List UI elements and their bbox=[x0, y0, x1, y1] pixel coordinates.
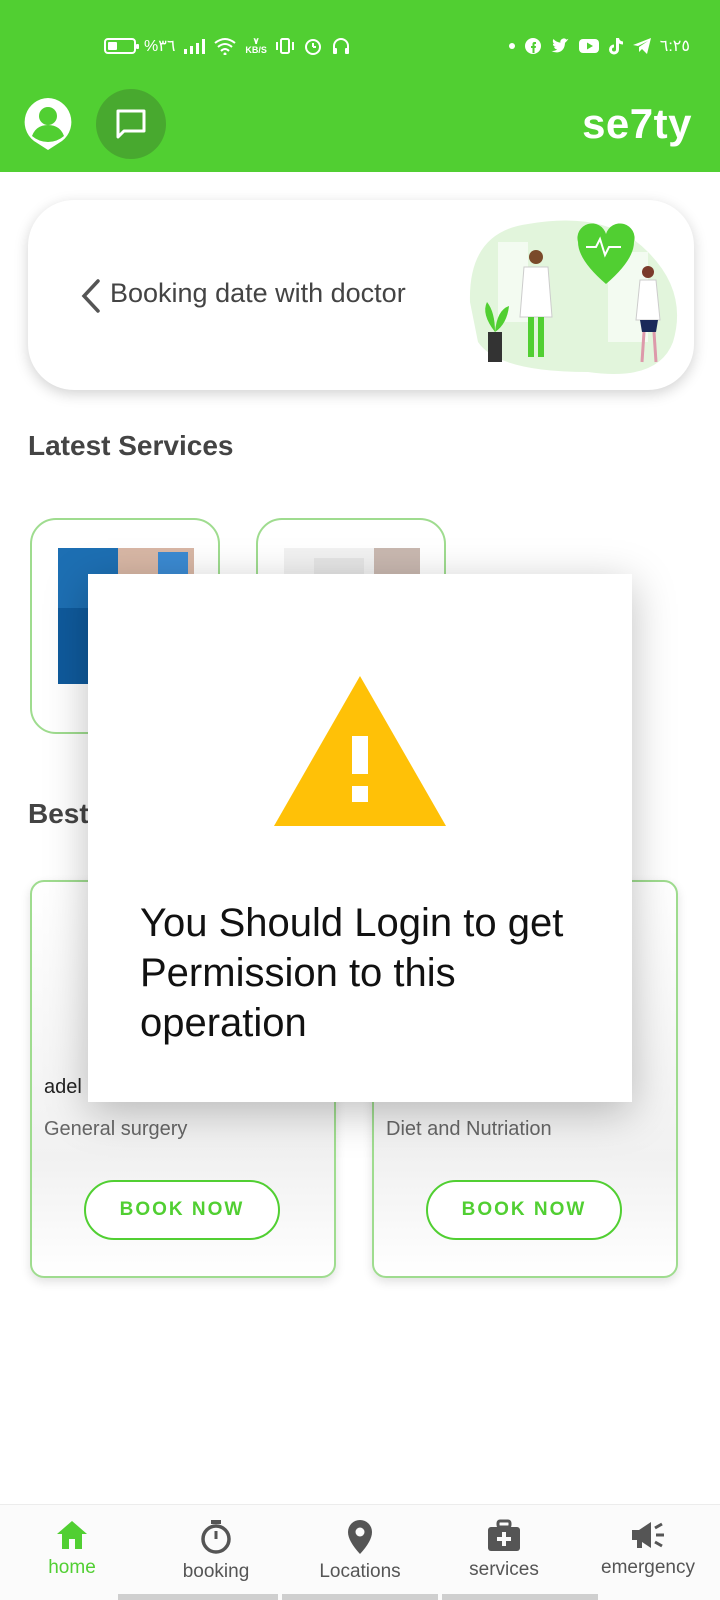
signal-icon bbox=[183, 38, 206, 54]
bottom-navigation: home booking Locations services emergenc… bbox=[0, 1504, 720, 1600]
nav-booking[interactable]: booking bbox=[144, 1505, 288, 1600]
dot-icon bbox=[508, 42, 516, 50]
app-header: %٣٦ ٧ KB/S ٦:٢٥ se7ty bbox=[0, 0, 720, 172]
chat-button[interactable] bbox=[96, 89, 166, 159]
twitter-icon bbox=[550, 37, 570, 55]
booking-banner[interactable]: Booking date with doctor bbox=[28, 200, 694, 390]
clock-text: ٦:٢٥ bbox=[659, 38, 690, 55]
youtube-icon bbox=[578, 38, 600, 54]
vibrate-icon bbox=[275, 37, 295, 55]
scroll-indicator bbox=[282, 1594, 438, 1600]
account-icon bbox=[24, 98, 72, 150]
back-chevron-icon bbox=[81, 279, 100, 313]
telegram-icon bbox=[632, 37, 652, 55]
battery-percent: %٣٦ bbox=[144, 38, 176, 55]
nav-locations[interactable]: Locations bbox=[288, 1505, 432, 1600]
megaphone-icon bbox=[632, 1522, 664, 1548]
tiktok-icon bbox=[608, 37, 624, 55]
scroll-indicator bbox=[118, 1594, 278, 1600]
nav-services[interactable]: services bbox=[432, 1505, 576, 1600]
headphones-icon bbox=[331, 36, 351, 56]
doctor-specialty: Diet and Nutriation bbox=[386, 1118, 552, 1140]
warning-icon bbox=[274, 676, 446, 826]
facebook-icon bbox=[524, 37, 542, 55]
status-bar-right: ٦:٢٥ bbox=[508, 30, 690, 62]
profile-button[interactable] bbox=[22, 96, 74, 152]
home-icon bbox=[57, 1521, 87, 1549]
dialog-message: You Should Login to get Permission to th… bbox=[140, 901, 564, 1045]
medical-bag-icon bbox=[488, 1519, 520, 1551]
battery-icon bbox=[104, 38, 139, 54]
best-doctors-title: Best bbox=[28, 798, 89, 829]
login-required-dialog[interactable]: You Should Login to get Permission to th… bbox=[88, 574, 632, 1102]
booking-banner-text: Booking date with doctor bbox=[110, 278, 406, 308]
nav-home[interactable]: home bbox=[0, 1505, 144, 1600]
doctors-illustration bbox=[469, 220, 678, 374]
wifi-icon bbox=[213, 37, 237, 55]
location-pin-icon bbox=[348, 1520, 372, 1554]
app-brand: se7ty bbox=[582, 100, 692, 147]
doctor-name: adel bbox=[44, 1076, 82, 1098]
latest-services-title: Latest Services bbox=[28, 430, 234, 461]
status-bar-left: %٣٦ ٧ KB/S bbox=[104, 30, 351, 62]
nav-emergency[interactable]: emergency bbox=[576, 1505, 720, 1600]
scroll-indicator bbox=[442, 1594, 598, 1600]
chat-icon bbox=[116, 109, 146, 139]
doctor-specialty: General surgery bbox=[44, 1118, 188, 1140]
network-speed: ٧ KB/S bbox=[245, 36, 267, 55]
book-now-button[interactable]: BOOK NOW bbox=[426, 1180, 622, 1240]
alarm-icon bbox=[303, 36, 323, 56]
book-now-button[interactable]: BOOK NOW bbox=[84, 1180, 280, 1240]
timer-icon bbox=[201, 1520, 231, 1554]
